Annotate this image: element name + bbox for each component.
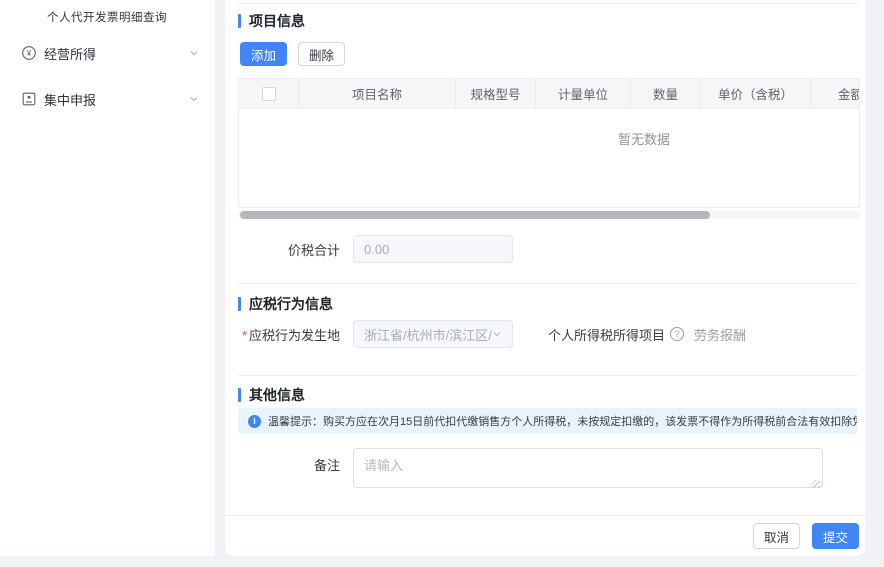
help-icon[interactable]: ? xyxy=(670,327,684,341)
delete-button[interactable]: 删除 xyxy=(298,42,345,66)
taxable-location-label: *应税行为发生地 xyxy=(238,325,340,344)
sidebar: 个人代开发票明细查询 ¥ 经营所得 集中申报 xyxy=(0,0,215,556)
table-header-spec-model: 规格型号 xyxy=(456,79,536,108)
table-header-amount-tax-incl: 金额（含税） xyxy=(811,79,860,108)
yen-circle-icon: ¥ xyxy=(21,45,37,61)
warm-tip-text: 温馨提示：购买方应在次月15日前代扣代缴销售方个人所得税，未按规定扣缴的，该发票… xyxy=(268,413,857,429)
items-table: 项目名称 规格型号 计量单位 数量 单价（含税） 金额（含税） 暂无数据 xyxy=(238,78,860,208)
section-header-other-info: 其他信息 xyxy=(238,385,305,405)
sidebar-item-centralized-declaration[interactable]: 集中申报 xyxy=(0,83,215,115)
horizontal-scrollbar-thumb[interactable] xyxy=(240,211,710,219)
svg-text:¥: ¥ xyxy=(26,49,32,58)
income-tax-item-value: 劳务报酬 xyxy=(694,325,746,344)
chevron-down-icon xyxy=(189,94,199,104)
table-header-checkbox-cell xyxy=(239,79,299,108)
remark-textarea[interactable] xyxy=(353,448,823,488)
main-panel: 项目信息 添加 删除 项目名称 规格型号 计量单位 数量 单价（含税） 金额（含… xyxy=(225,0,865,556)
table-empty-text: 暂无数据 xyxy=(239,109,860,148)
horizontal-scrollbar-track xyxy=(238,211,860,219)
resize-handle-icon[interactable] xyxy=(812,480,820,488)
section-title: 项目信息 xyxy=(249,11,305,31)
select-all-checkbox[interactable] xyxy=(262,87,276,101)
income-tax-item-label: 个人所得税所得项目 xyxy=(548,325,665,344)
top-divider xyxy=(238,3,858,4)
required-asterisk: * xyxy=(242,328,247,343)
table-header-row: 项目名称 规格型号 计量单位 数量 单价（含税） 金额（含税） xyxy=(239,79,860,109)
chevron-down-icon xyxy=(189,48,199,58)
section-header-project-info: 项目信息 xyxy=(238,11,305,31)
total-amount-input xyxy=(353,235,513,263)
table-header-unit-price-tax-incl: 单价（含税） xyxy=(701,79,811,108)
total-amount-label: 价税合计 xyxy=(238,240,340,259)
section-bar xyxy=(238,388,241,402)
table-header-unit: 计量单位 xyxy=(536,79,631,108)
cancel-button[interactable]: 取消 xyxy=(753,523,800,549)
sidebar-item-label: 集中申报 xyxy=(44,90,189,109)
table-body: 暂无数据 xyxy=(239,109,860,207)
section-bar xyxy=(238,14,241,28)
sidebar-item-personal-invoice-detail-query[interactable]: 个人代开发票明细查询 xyxy=(0,0,215,25)
remark-label: 备注 xyxy=(238,455,340,474)
declare-doc-icon xyxy=(21,91,37,107)
table-header-item-name: 项目名称 xyxy=(299,79,456,108)
info-icon: i xyxy=(248,415,261,428)
section-divider xyxy=(238,283,858,284)
section-divider xyxy=(238,375,858,376)
form-footer: 取消 提交 xyxy=(225,515,865,556)
sidebar-item-business-income[interactable]: ¥ 经营所得 xyxy=(0,37,215,69)
chevron-down-icon xyxy=(492,329,502,339)
section-header-taxable-behavior: 应税行为信息 xyxy=(238,294,333,314)
add-button[interactable]: 添加 xyxy=(240,42,287,66)
submit-button[interactable]: 提交 xyxy=(812,523,859,549)
sidebar-item-label: 经营所得 xyxy=(44,44,189,63)
table-header-quantity: 数量 xyxy=(631,79,701,108)
section-bar xyxy=(238,297,241,311)
section-title: 应税行为信息 xyxy=(249,294,333,314)
taxable-location-select: 浙江省/杭州市/滨江区/... xyxy=(353,320,513,348)
section-title: 其他信息 xyxy=(249,385,305,405)
warm-tip-banner: i 温馨提示：购买方应在次月15日前代扣代缴销售方个人所得税，未按规定扣缴的，该… xyxy=(238,408,857,434)
